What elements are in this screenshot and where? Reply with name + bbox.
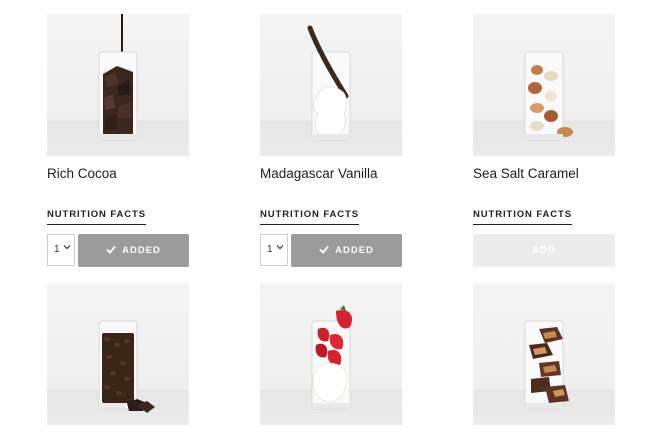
check-icon [106,245,116,254]
product-name: Sea Salt Caramel [473,166,579,181]
product-name: Madagascar Vanilla [260,166,378,181]
nutrition-facts-link[interactable]: NUTRITION FACTS [260,209,359,225]
product-image-strawberry[interactable] [260,283,402,425]
chevron-down-icon [276,245,284,250]
quantity-select[interactable]: 1 [260,234,288,266]
product-image-peanut-butter[interactable] [473,283,615,425]
chevron-down-icon [63,245,71,250]
product-name: Rich Cocoa [47,166,117,181]
check-icon [319,245,329,254]
added-button[interactable]: ADDED [78,234,189,267]
quantity-value: 1 [267,244,273,255]
product-image-rich-cocoa[interactable] [47,14,189,156]
nutrition-facts-link[interactable]: NUTRITION FACTS [473,209,572,225]
nutrition-facts-link[interactable]: NUTRITION FACTS [47,209,146,225]
add-button[interactable]: ADD [473,234,615,267]
product-image-madagascar-vanilla[interactable] [260,14,402,156]
product-image-sea-salt-caramel[interactable] [473,14,615,156]
added-button-label: ADDED [335,245,374,256]
quantity-value: 1 [54,244,60,255]
product-image-coffee[interactable] [47,283,189,425]
quantity-select[interactable]: 1 [47,234,75,266]
added-button[interactable]: ADDED [291,234,402,267]
added-button-label: ADDED [122,245,161,256]
